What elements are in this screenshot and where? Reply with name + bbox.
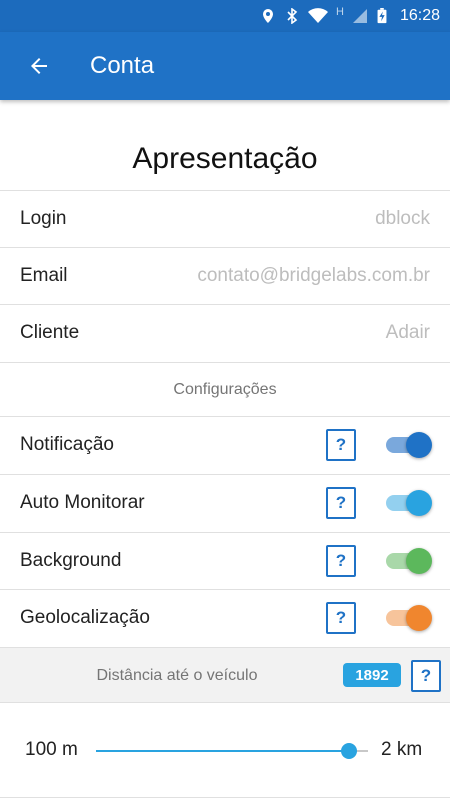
section-title: Configurações xyxy=(173,380,277,398)
slider-min-label: 100 m xyxy=(25,739,78,760)
background-switch[interactable] xyxy=(384,548,432,574)
app-bar: Conta xyxy=(0,32,450,100)
network-type-label: H xyxy=(336,6,344,18)
toggle-row-notificacao: Notificação ? xyxy=(0,416,450,473)
distance-label: Distância até o veículo xyxy=(96,667,258,684)
location-icon xyxy=(263,9,273,23)
geolocation-switch[interactable] xyxy=(384,605,432,631)
page-title: Apresentação xyxy=(132,142,318,175)
distance-slider-row: 100 m 2 km xyxy=(0,703,450,798)
toggle-row-background: Background ? xyxy=(0,532,450,589)
field-value: contato@bridgelabs.com.br xyxy=(197,265,430,286)
clock-time: 16:28 xyxy=(399,7,440,24)
help-button[interactable]: ? xyxy=(326,545,356,577)
notification-switch[interactable] xyxy=(384,432,432,458)
toggle-label: Notificação xyxy=(20,434,114,455)
auto-monitor-switch[interactable] xyxy=(384,490,432,516)
field-row-login: Login dblock xyxy=(0,190,450,247)
status-bar: H 16:28 xyxy=(0,0,450,32)
wifi-icon xyxy=(308,8,328,23)
distance-bar: Distância até o veículo 1892 ? xyxy=(0,647,450,703)
help-button[interactable]: ? xyxy=(326,429,356,461)
toggle-label: Background xyxy=(20,550,122,571)
help-button[interactable]: ? xyxy=(411,660,441,692)
battery-charging-icon xyxy=(377,8,387,24)
arrow-left-icon xyxy=(31,58,47,74)
signal-icon xyxy=(352,9,367,23)
field-label: Login xyxy=(20,208,67,229)
help-button[interactable]: ? xyxy=(326,602,356,634)
toggle-label: Auto Monitorar xyxy=(20,492,145,513)
field-value: dblock xyxy=(375,208,430,229)
back-button[interactable] xyxy=(10,32,68,100)
toggle-label: Geolocalização xyxy=(20,607,150,628)
toggle-row-auto-monitorar: Auto Monitorar ? xyxy=(0,474,450,531)
field-row-cliente: Cliente Adair xyxy=(0,304,450,361)
app-bar-title: Conta xyxy=(90,52,155,79)
toggle-row-geolocalizacao: Geolocalização ? xyxy=(0,589,450,646)
distance-badge: 1892 xyxy=(343,663,401,687)
field-value: Adair xyxy=(385,322,430,343)
page-header: Apresentação xyxy=(0,100,450,190)
bluetooth-icon xyxy=(287,8,298,24)
field-label: Email xyxy=(20,265,68,286)
field-label: Cliente xyxy=(20,322,80,343)
slider-max-label: 2 km xyxy=(381,739,423,760)
distance-slider[interactable] xyxy=(96,741,368,761)
field-row-email: Email contato@bridgelabs.com.br xyxy=(0,247,450,304)
slider-handle[interactable] xyxy=(340,743,357,759)
slider-fill xyxy=(96,750,349,752)
help-button[interactable]: ? xyxy=(326,487,356,519)
settings-section-header: Configurações xyxy=(0,362,450,416)
